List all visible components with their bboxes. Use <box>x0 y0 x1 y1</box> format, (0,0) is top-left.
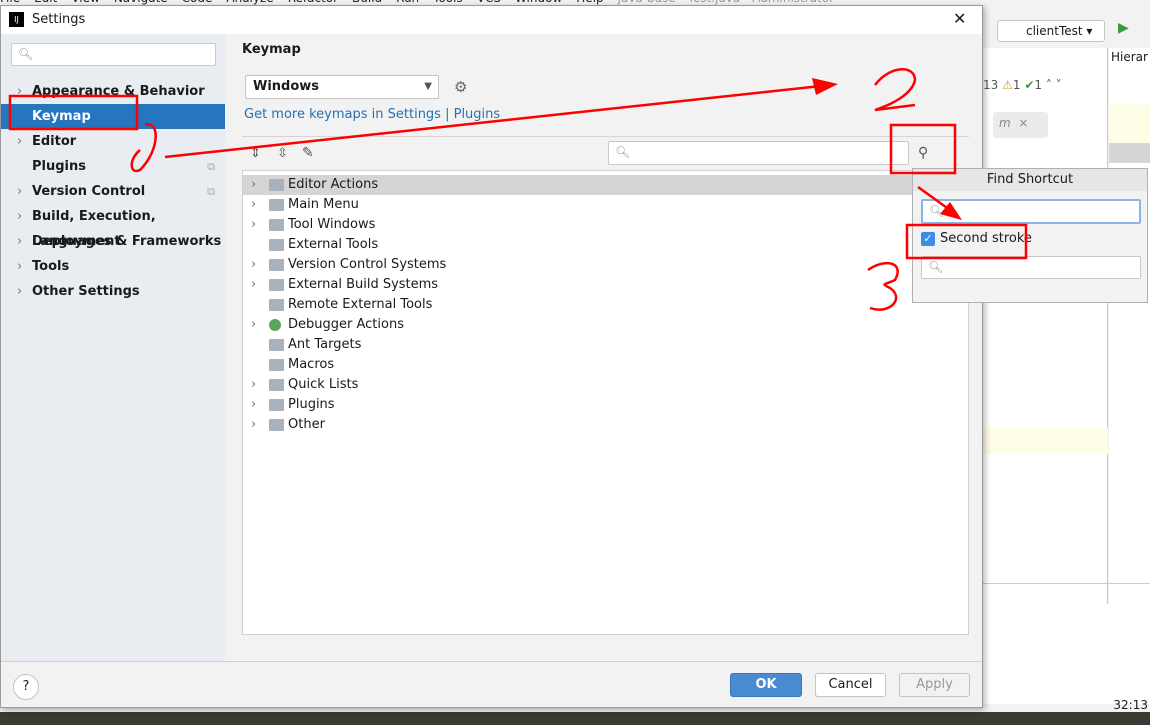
annotation-number-1 <box>130 123 157 173</box>
annotation-number-2 <box>874 68 917 112</box>
annotation-arrow-1 <box>164 83 831 159</box>
annotation-arrow-2 <box>917 185 951 212</box>
annotation-box-find <box>889 123 957 175</box>
annotation-number-3 <box>867 261 899 311</box>
annotation-overlay <box>8 68 1028 311</box>
annotation-box-keymap <box>8 94 139 131</box>
annotation-box-second-stroke <box>905 223 1028 260</box>
